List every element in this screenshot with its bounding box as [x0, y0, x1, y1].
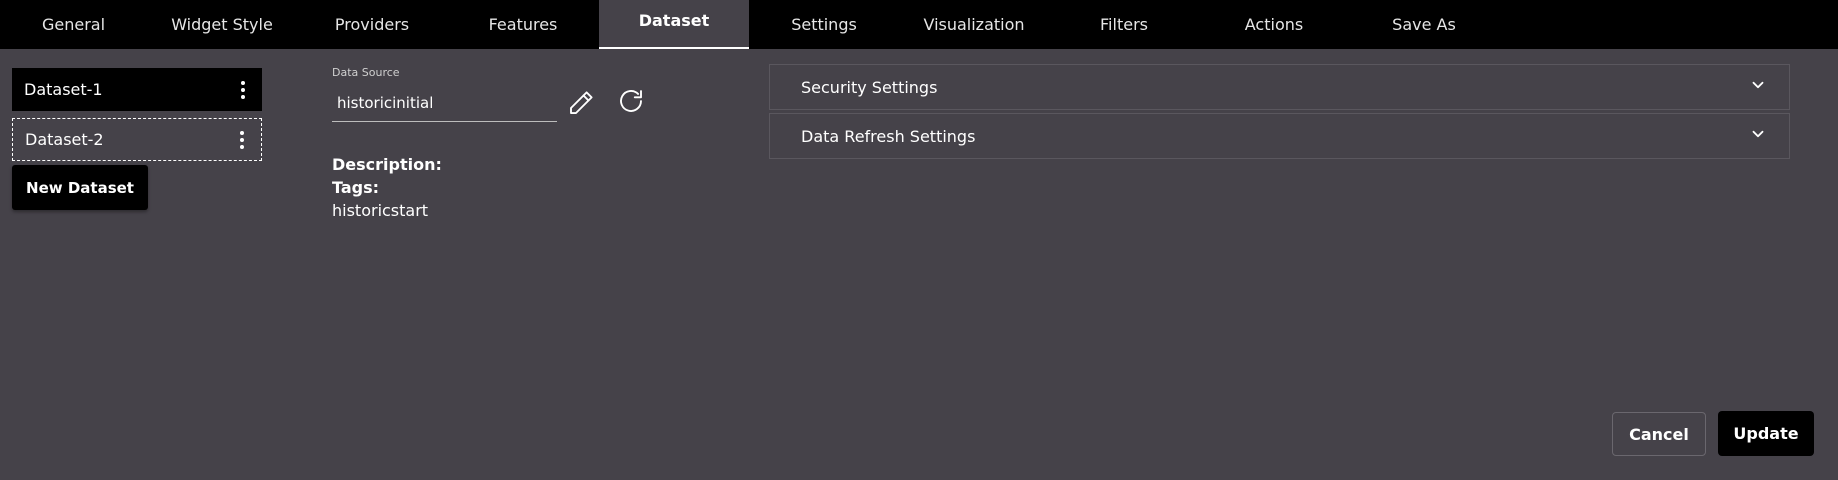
tab-visualization[interactable]: Visualization: [899, 0, 1049, 49]
accordion-title: Security Settings: [801, 77, 938, 97]
tab-save-as[interactable]: Save As: [1349, 0, 1499, 49]
dataset-item-1[interactable]: Dataset-1: [12, 68, 262, 111]
dataset-item-label: Dataset-2: [25, 130, 104, 149]
tab-general[interactable]: General: [0, 0, 147, 49]
tab-filters[interactable]: Filters: [1049, 0, 1199, 49]
chevron-down-icon: [1749, 76, 1767, 98]
tab-providers[interactable]: Providers: [297, 0, 447, 49]
pencil-icon[interactable]: [566, 88, 596, 118]
dataset-item-2[interactable]: Dataset-2: [12, 118, 262, 161]
data-source-input[interactable]: [332, 84, 557, 122]
tags-label: Tags:: [332, 178, 380, 197]
new-dataset-button[interactable]: New Dataset: [12, 165, 148, 210]
tags-value: historicstart: [332, 201, 429, 220]
dataset-item-label: Dataset-1: [24, 80, 103, 99]
cancel-button[interactable]: Cancel: [1612, 412, 1706, 456]
chevron-down-icon: [1749, 125, 1767, 147]
kebab-icon[interactable]: [233, 128, 251, 152]
refresh-icon[interactable]: [616, 86, 646, 116]
tab-actions[interactable]: Actions: [1199, 0, 1349, 49]
tab-widget-style[interactable]: Widget Style: [147, 0, 297, 49]
accordion-title: Data Refresh Settings: [801, 126, 976, 146]
tab-dataset[interactable]: Dataset: [599, 0, 749, 49]
update-button[interactable]: Update: [1718, 411, 1814, 456]
data-source-label: Data Source: [332, 66, 400, 79]
tab-features[interactable]: Features: [447, 0, 599, 49]
tab-settings[interactable]: Settings: [749, 0, 899, 49]
top-tab-bar: General Widget Style Providers Features …: [0, 0, 1838, 49]
data-refresh-settings-accordion[interactable]: Data Refresh Settings: [769, 113, 1790, 159]
description-label: Description:: [332, 155, 442, 174]
kebab-icon[interactable]: [234, 78, 252, 102]
security-settings-accordion[interactable]: Security Settings: [769, 64, 1790, 110]
